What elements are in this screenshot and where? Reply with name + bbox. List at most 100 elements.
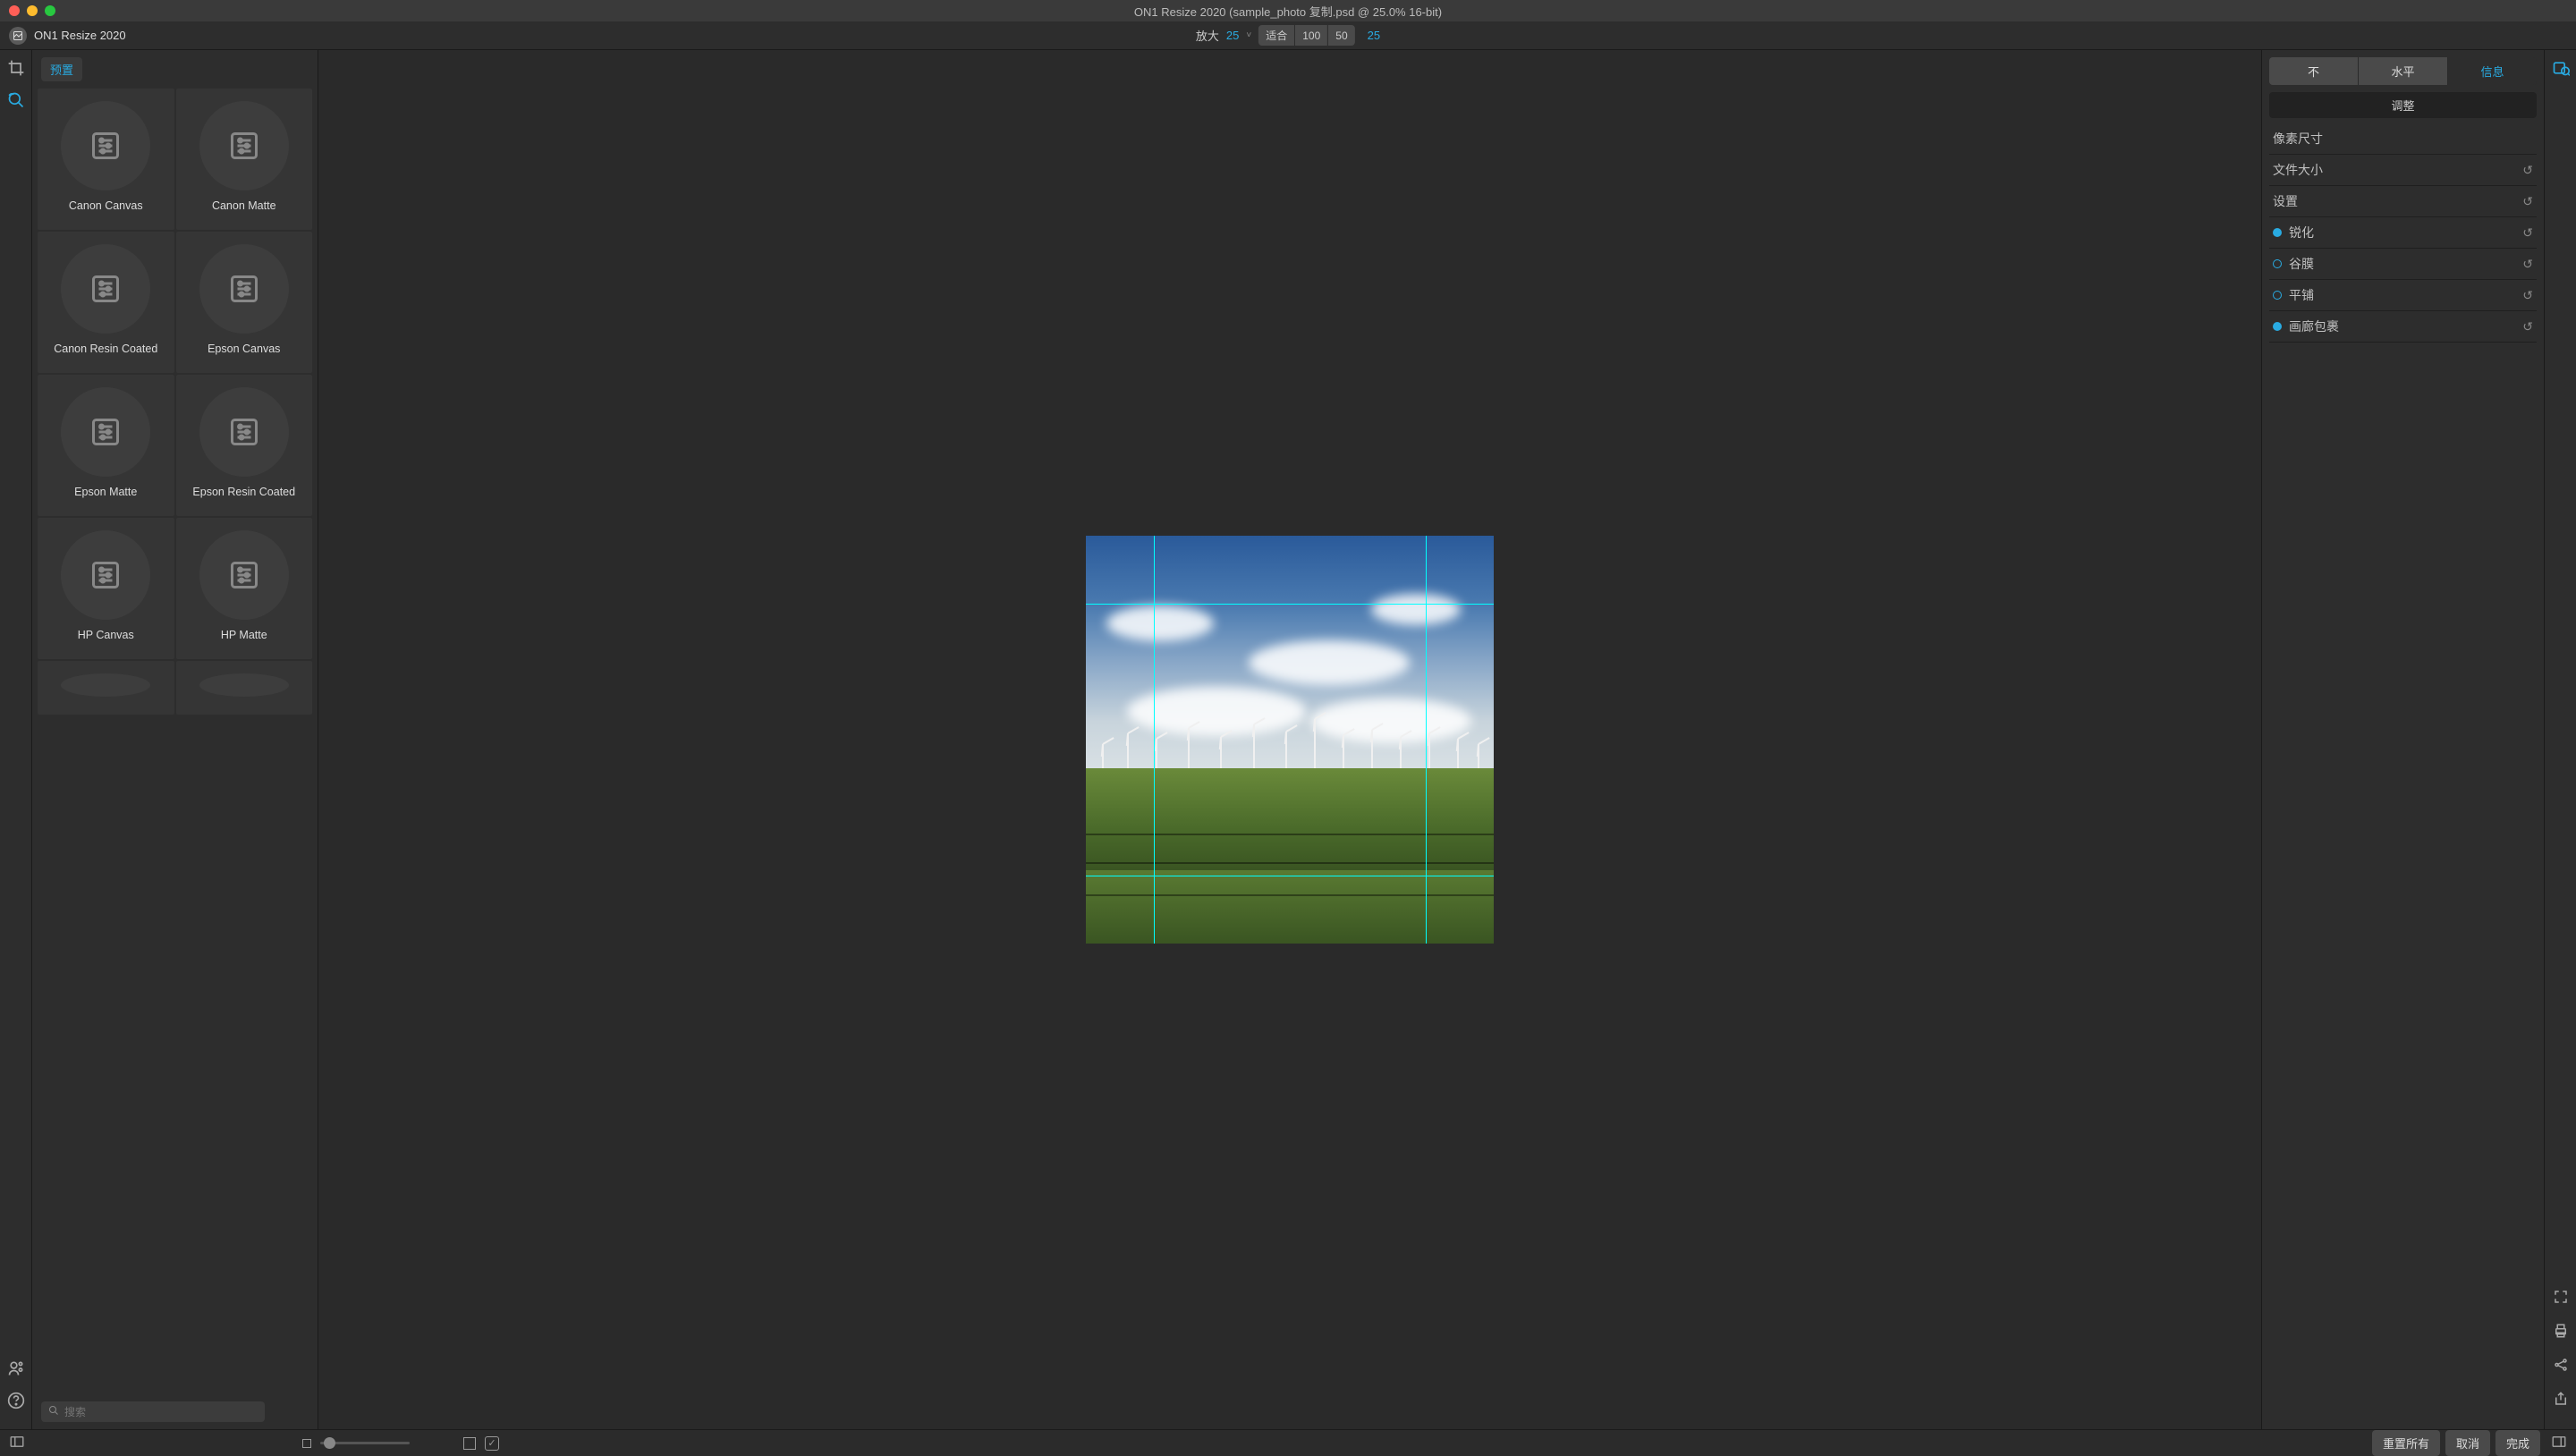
settings-list-icon [89, 559, 122, 591]
search-icon [48, 1405, 59, 1418]
preset-thumb [61, 101, 150, 190]
search-box[interactable] [41, 1401, 265, 1422]
export-icon[interactable] [2550, 1388, 2572, 1409]
preset-tile[interactable] [176, 661, 313, 715]
section-sharpen[interactable]: 锐化 ↺ [2269, 217, 2537, 249]
crop-tool-icon[interactable] [5, 57, 27, 79]
zoom-100-button[interactable]: 100 [1295, 25, 1328, 46]
soft-proof-toggle-icon[interactable]: ✓ [485, 1436, 499, 1451]
print-icon[interactable] [2550, 1320, 2572, 1342]
thumbnail-size-icon[interactable] [302, 1439, 311, 1448]
status-dot-off-icon[interactable] [2273, 291, 2282, 300]
share-user-icon[interactable] [5, 1358, 27, 1379]
preset-label: HP Matte [221, 629, 267, 641]
reset-icon[interactable]: ↺ [2522, 257, 2533, 272]
preset-tile[interactable]: Canon Canvas [38, 89, 174, 230]
window-controls [9, 5, 55, 16]
preset-thumb [199, 673, 289, 697]
presets-panel: 预置 Canon Canvas Canon Matte [32, 50, 318, 1429]
preset-thumb [61, 530, 150, 620]
reset-icon[interactable]: ↺ [2522, 163, 2533, 178]
preset-tile[interactable]: Epson Resin Coated [176, 375, 313, 516]
section-gallery-wrap[interactable]: 画廊包裹 ↺ [2269, 311, 2537, 343]
zoom-tool-icon[interactable] [5, 89, 27, 111]
window-title: ON1 Resize 2020 (sample_photo 复制.psd @ 2… [0, 3, 2576, 20]
zoom-fit-button[interactable]: 适合 [1258, 25, 1295, 46]
bottom-bar: ✓ 重置所有 取消 完成 [0, 1429, 2576, 1456]
preset-tile[interactable]: Canon Resin Coated [38, 232, 174, 373]
app-header: ON1 Resize 2020 放大 25 ˅ 适合 100 50 25 [0, 21, 2576, 50]
tab-info[interactable]: 信息 [2448, 57, 2537, 85]
section-label: 平铺 [2289, 286, 2314, 304]
preset-label: Epson Resin Coated [192, 486, 295, 498]
zoom-current[interactable]: 25 [1368, 29, 1380, 42]
slider-thumb[interactable] [324, 1437, 335, 1449]
reset-all-button[interactable]: 重置所有 [2372, 1430, 2440, 1456]
bottom-right: 重置所有 取消 完成 [2372, 1430, 2567, 1456]
settings-list-icon [89, 130, 122, 162]
tab-level[interactable]: 水平 [2358, 57, 2448, 85]
preset-tile[interactable]: Canon Matte [176, 89, 313, 230]
zoom-button-group: 适合 100 50 [1258, 25, 1354, 46]
right-toolstrip [2544, 50, 2576, 1429]
settings-list-icon [228, 130, 260, 162]
settings-list-icon [228, 416, 260, 448]
canvas-area[interactable] [318, 50, 2261, 1429]
presets-header: 预置 [32, 50, 318, 85]
section-film-grain[interactable]: 谷膜 ↺ [2269, 249, 2537, 280]
adjust-header[interactable]: 调整 [2269, 92, 2537, 118]
section-tile[interactable]: 平铺 ↺ [2269, 280, 2537, 311]
preset-tile[interactable]: Epson Matte [38, 375, 174, 516]
zoom-label: 放大 [1196, 27, 1219, 44]
zoom-50-button[interactable]: 50 [1328, 25, 1354, 46]
fullscreen-icon[interactable] [2550, 1286, 2572, 1308]
settings-list-icon [228, 559, 260, 591]
section-file-size[interactable]: 文件大小 ↺ [2269, 155, 2537, 186]
section-pixel-size[interactable]: 像素尺寸 [2269, 123, 2537, 155]
zoom-dropdown-icon[interactable]: ˅ [1246, 30, 1251, 40]
reset-icon[interactable]: ↺ [2522, 225, 2533, 241]
settings-list-icon [228, 273, 260, 305]
close-window-button[interactable] [9, 5, 20, 16]
navigator-icon[interactable] [2550, 57, 2572, 79]
search-input[interactable] [64, 1406, 258, 1418]
status-dot-on-icon[interactable] [2273, 322, 2282, 331]
compare-view-icon[interactable] [463, 1437, 476, 1450]
preset-thumb [199, 530, 289, 620]
minimize-window-button[interactable] [27, 5, 38, 16]
zoom-controls: 放大 25 ˅ 适合 100 50 25 [1196, 25, 1380, 46]
status-dot-off-icon[interactable] [2273, 259, 2282, 268]
reset-icon[interactable]: ↺ [2522, 194, 2533, 209]
section-settings[interactable]: 设置 ↺ [2269, 186, 2537, 217]
preset-tile[interactable]: HP Matte [176, 518, 313, 659]
help-icon[interactable] [5, 1390, 27, 1411]
preset-tile[interactable]: HP Canvas [38, 518, 174, 659]
settings-list-icon [89, 416, 122, 448]
reset-icon[interactable]: ↺ [2522, 319, 2533, 334]
titlebar: ON1 Resize 2020 (sample_photo 复制.psd @ 2… [0, 0, 2576, 21]
section-label: 像素尺寸 [2273, 130, 2323, 148]
maximize-window-button[interactable] [45, 5, 55, 16]
presets-tab[interactable]: 预置 [41, 57, 82, 81]
panels-layout-right-icon[interactable] [2551, 1434, 2567, 1452]
status-dot-on-icon[interactable] [2273, 228, 2282, 237]
tab-none[interactable]: 不 [2269, 57, 2358, 85]
section-label: 设置 [2273, 192, 2298, 210]
preset-thumb [199, 387, 289, 477]
zoom-value[interactable]: 25 [1226, 29, 1239, 42]
app-icon [9, 27, 27, 45]
preset-tile[interactable] [38, 661, 174, 715]
done-button[interactable]: 完成 [2496, 1430, 2540, 1456]
share-arrows-icon[interactable] [2550, 1354, 2572, 1376]
preset-thumb [199, 101, 289, 190]
presets-scroll[interactable]: Canon Canvas Canon Matte Canon Resin Coa… [32, 85, 318, 1394]
cancel-button[interactable]: 取消 [2445, 1430, 2490, 1456]
grass-lower [1086, 870, 1494, 944]
preset-tile[interactable]: Epson Canvas [176, 232, 313, 373]
reset-icon[interactable]: ↺ [2522, 288, 2533, 303]
photo-preview [1086, 536, 1494, 944]
thumbnail-size-slider[interactable] [320, 1442, 410, 1444]
search-row [32, 1394, 318, 1429]
panels-layout-icon[interactable] [9, 1434, 25, 1452]
section-label: 锐化 [2289, 224, 2314, 241]
